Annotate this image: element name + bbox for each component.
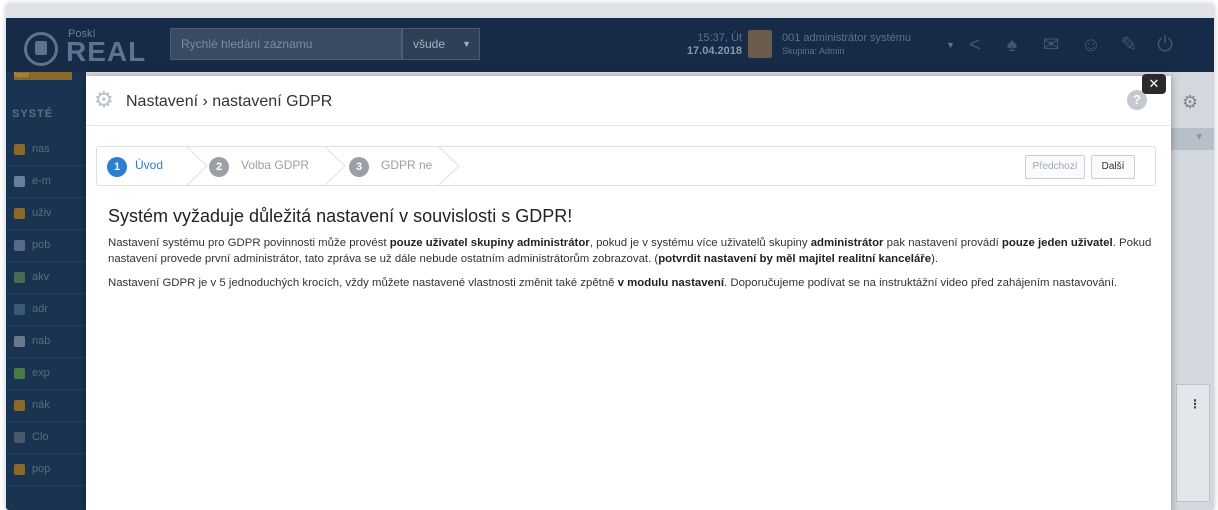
globe-icon xyxy=(14,272,25,283)
sidebar-item-nas[interactable]: nas xyxy=(6,134,86,166)
step-label: Volba GDPR xyxy=(241,158,310,172)
wizard-step-2[interactable]: 2 Volba GDPR xyxy=(209,147,341,185)
user-name: 001 administrátor systému xyxy=(782,32,911,44)
gdpr-modal: ⚙ Nastavení › nastavení GDPR ? ✕ 1 Úvod … xyxy=(86,74,1171,510)
next-button[interactable]: Další xyxy=(1091,155,1135,179)
edit-icon[interactable]: ✎ xyxy=(1118,34,1140,56)
sidebar-item-label: pob xyxy=(32,239,51,251)
logo-icon xyxy=(24,32,58,66)
bold-text: potvrdit nastavení by měl majitel realit… xyxy=(658,253,932,265)
content-heading: Systém vyžaduje důležitá nastavení v sou… xyxy=(108,206,573,226)
user-menu[interactable]: 001 administrátor systému Skupina: Admin xyxy=(782,32,911,58)
wizard-step-1[interactable]: 1 Úvod xyxy=(97,147,197,185)
sidebar-item-label: uživ xyxy=(32,207,52,219)
right-panel-box: ⋮ xyxy=(1176,384,1210,502)
step-separator xyxy=(438,147,460,185)
sidebar-top-tab[interactable]: Nast xyxy=(14,72,72,80)
sidebar-item-Clo[interactable]: Clo xyxy=(6,422,86,454)
bell-icon[interactable]: ♠ xyxy=(1001,34,1023,56)
share-icon[interactable]: < xyxy=(964,34,986,56)
text-segment: pak nastavení provádí xyxy=(883,237,1002,249)
users-icon[interactable]: ☺ xyxy=(1080,34,1102,56)
search-scope-select[interactable]: všude ▼ xyxy=(402,28,480,60)
sidebar-item-pob[interactable]: pob xyxy=(6,230,86,262)
right-panel-bar[interactable]: ▼ xyxy=(1171,128,1214,150)
clock-time: 15:37, Út xyxy=(697,32,742,44)
sidebar-item-exp[interactable]: exp xyxy=(6,358,86,390)
content-paragraph-1: Nastavení systému pro GDPR povinnosti mů… xyxy=(108,235,1153,267)
content-paragraph-2: Nastavení GDPR je v 5 jednoduchých krocí… xyxy=(108,275,1153,291)
text-segment: , pokud je v systému více uživatelů skup… xyxy=(589,237,811,249)
sidebar-item-akv[interactable]: akv xyxy=(6,262,86,294)
export-icon xyxy=(14,368,25,379)
step-label: Úvod xyxy=(135,158,164,172)
gear-icon xyxy=(14,144,25,155)
step-label: GDPR ne xyxy=(381,158,433,172)
sidebar-item-label: e-m xyxy=(32,175,51,187)
bold-text: v modulu nastavení xyxy=(617,277,725,289)
cart-icon xyxy=(14,400,25,411)
sidebar-item-uživ[interactable]: uživ xyxy=(6,198,86,230)
clock: 15:37, Út 17.04.2018 xyxy=(670,32,742,58)
wizard-steps: 1 Úvod 2 Volba GDPR 3 GDPR ne Předchozí … xyxy=(96,146,1156,186)
sidebar-item-label: nák xyxy=(32,399,50,411)
close-button[interactable]: ✕ xyxy=(1142,74,1166,94)
user-caret-icon[interactable]: ▼ xyxy=(946,40,955,50)
logo-big-text: REAL xyxy=(66,36,147,67)
sidebar-item-label: pop xyxy=(32,463,51,475)
text-segment: . Doporučujeme podívat se na instruktážn… xyxy=(724,277,1118,289)
gear-icon: ⚙ xyxy=(94,87,114,112)
text-segment: Nastavení GDPR je v 5 jednoduchých krocí… xyxy=(108,277,618,289)
previous-button[interactable]: Předchozí xyxy=(1025,155,1085,179)
bold-text: pouze uživatel skupiny administrátor xyxy=(389,237,590,249)
sidebar-item-label: Clo xyxy=(32,431,49,443)
modal-header: ⚙ Nastavení › nastavení GDPR ? ✕ xyxy=(86,74,1171,126)
sidebar-item-nab[interactable]: nab xyxy=(6,326,86,358)
chevron-down-icon: ▼ xyxy=(462,39,471,49)
mail-icon xyxy=(14,176,25,187)
avatar[interactable] xyxy=(748,30,772,58)
sidebar-item-adr[interactable]: adr xyxy=(6,294,86,326)
cloud-icon xyxy=(14,432,25,443)
step-number: 2 xyxy=(209,157,229,177)
settings-gears-icon[interactable]: ⚙ xyxy=(1182,92,1198,113)
bold-text: administrátor xyxy=(810,237,884,249)
user-group: Skupina: Admin xyxy=(782,46,845,56)
mail-icon[interactable]: ✉ xyxy=(1040,34,1062,56)
gift-icon xyxy=(14,464,25,475)
sidebar-heading: SYSTÉ xyxy=(12,108,54,120)
search-scope-value: všude xyxy=(413,37,446,51)
sidebar-item-e-m[interactable]: e-m xyxy=(6,166,86,198)
text-segment: Nastavení systému pro GDPR povinnosti mů… xyxy=(108,237,390,249)
quick-search-input[interactable]: Rychlé hledání záznamu xyxy=(170,28,402,60)
offer-icon xyxy=(14,336,25,347)
step-number: 1 xyxy=(107,157,127,177)
sidebar-item-nák[interactable]: nák xyxy=(6,390,86,422)
modal-title: Nastavení › nastavení GDPR xyxy=(126,93,333,110)
top-bar: Poskí REAL Rychlé hledání záznamu všude … xyxy=(6,18,1214,72)
more-vertical-icon[interactable]: ⋮ xyxy=(1189,397,1201,411)
address-icon xyxy=(14,304,25,315)
sidebar-item-pop[interactable]: pop xyxy=(6,454,86,486)
sidebar-item-label: exp xyxy=(32,367,50,379)
sidebar-item-label: nab xyxy=(32,335,51,347)
clock-date: 17.04.2018 xyxy=(686,45,742,57)
text-segment: ). xyxy=(931,253,939,265)
step-number: 3 xyxy=(349,157,369,177)
logo[interactable]: Poskí REAL xyxy=(24,26,184,67)
power-icon[interactable]: ⏻ xyxy=(1154,34,1176,56)
users-icon xyxy=(14,208,25,219)
bold-text: pouze jeden uživatel xyxy=(1001,237,1113,249)
step-separator xyxy=(324,147,346,185)
chevron-down-icon: ▼ xyxy=(1194,132,1204,143)
sidebar-item-label: nas xyxy=(32,143,50,155)
modal-content: Systém vyžaduje důležitá nastavení v sou… xyxy=(108,206,1153,299)
sidebar-item-label: akv xyxy=(32,271,50,283)
building-icon xyxy=(14,240,25,251)
sidebar-item-label: adr xyxy=(32,303,48,315)
app-window: Poskí REAL Rychlé hledání záznamu všude … xyxy=(6,4,1214,510)
